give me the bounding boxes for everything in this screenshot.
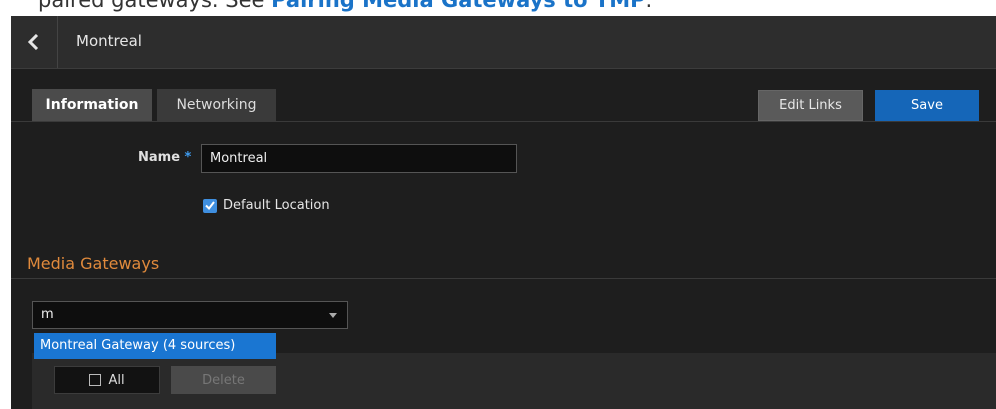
gateway-table-toolbar: All Delete (32, 353, 996, 409)
caret-down-icon (329, 313, 337, 318)
edit-links-button[interactable]: Edit Links (758, 90, 863, 121)
checkbox-unchecked-icon (89, 374, 102, 386)
chevron-left-icon (27, 34, 39, 50)
default-location-checkbox[interactable]: Default Location (203, 198, 330, 213)
checkbox-checked-icon[interactable] (203, 198, 217, 213)
doc-text-suffix: . (645, 0, 653, 12)
name-input[interactable]: Montreal (201, 144, 517, 173)
doc-link[interactable]: Pairing Media Gateways to TMP (271, 0, 645, 12)
section-title-media-gateways: Media Gateways (27, 254, 160, 273)
tab-bar: Information Networking Edit Links Save (11, 69, 996, 122)
header-bar: Montreal (11, 16, 996, 69)
select-all-checkbox[interactable]: All (54, 366, 160, 394)
save-button[interactable]: Save (875, 90, 979, 121)
page-title: Montreal (76, 32, 142, 50)
select-all-label: All (108, 372, 125, 388)
dropdown-option[interactable]: Montreal Gateway (4 sources) (34, 333, 276, 359)
doc-text: paired gateways. See (38, 0, 272, 12)
doc-text-fragment: paired gateways. See Pairing Media Gatew… (38, 0, 652, 16)
name-label-text: Name (138, 150, 181, 165)
delete-button: Delete (171, 366, 276, 394)
default-location-label: Default Location (223, 198, 330, 213)
name-label: Name * (138, 150, 191, 165)
section-divider (11, 278, 996, 279)
media-gateway-select[interactable]: m (32, 301, 348, 329)
tab-networking[interactable]: Networking (157, 89, 276, 121)
required-marker: * (184, 150, 192, 165)
location-editor-panel: Montreal Information Networking Edit Lin… (11, 16, 996, 409)
select-value: m (41, 307, 54, 322)
back-button[interactable] (11, 16, 58, 68)
tab-information[interactable]: Information (32, 89, 152, 121)
checkmark-icon (205, 201, 215, 210)
